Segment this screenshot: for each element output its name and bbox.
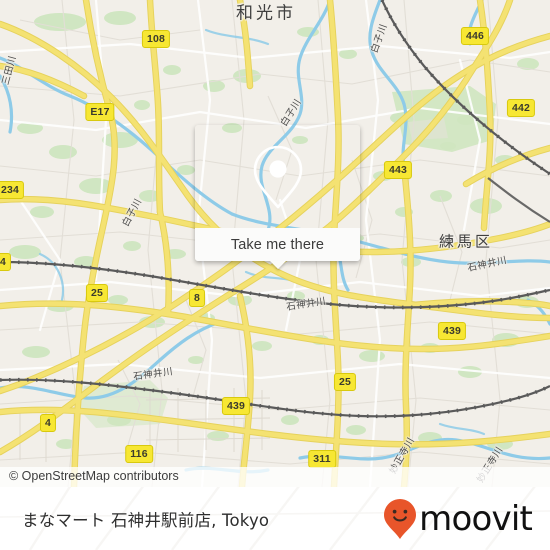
road-shield: 311 [308, 450, 336, 468]
road-shield: 442 [506, 99, 536, 117]
place-label: 和光市 [236, 3, 296, 24]
road-shield: 108 [141, 30, 171, 48]
road-shield: 4 [0, 253, 12, 271]
road-shield: 25 [333, 373, 357, 391]
road-shield: 234 [0, 181, 25, 199]
road-shield: 443 [383, 161, 413, 179]
road-shield: 8 [188, 289, 206, 307]
moovit-logo[interactable]: moovit [383, 498, 533, 540]
place-label: 練馬区 [438, 232, 494, 251]
road-shield: 116 [125, 445, 153, 463]
map-pin-icon [253, 145, 302, 208]
road-shield: 439 [221, 397, 251, 415]
osm-attribution[interactable]: © OpenStreetMap contributors [0, 467, 550, 487]
bottom-bar: まなマート 石神井駅前店, Tokyo moovit [0, 487, 550, 550]
moovit-location-card: .rd { stroke:#f4e272; stroke-linecap:rou… [0, 0, 550, 550]
take-me-there-button[interactable]: Take me there [195, 228, 360, 261]
road-shield: 446 [460, 27, 490, 45]
road-shield: 4 [39, 414, 57, 432]
location-callout-card[interactable]: Take me there [195, 125, 360, 269]
road-shield: 25 [85, 284, 109, 302]
road-shield: E17 [85, 103, 115, 121]
callout-tail [269, 261, 286, 269]
moovit-smiley-pin-icon [384, 498, 417, 539]
moovit-wordmark: moovit [419, 498, 533, 539]
card-header [195, 125, 360, 228]
place-title: まなマート 石神井駅前店, Tokyo [22, 510, 270, 530]
road-shield: 439 [437, 322, 467, 340]
